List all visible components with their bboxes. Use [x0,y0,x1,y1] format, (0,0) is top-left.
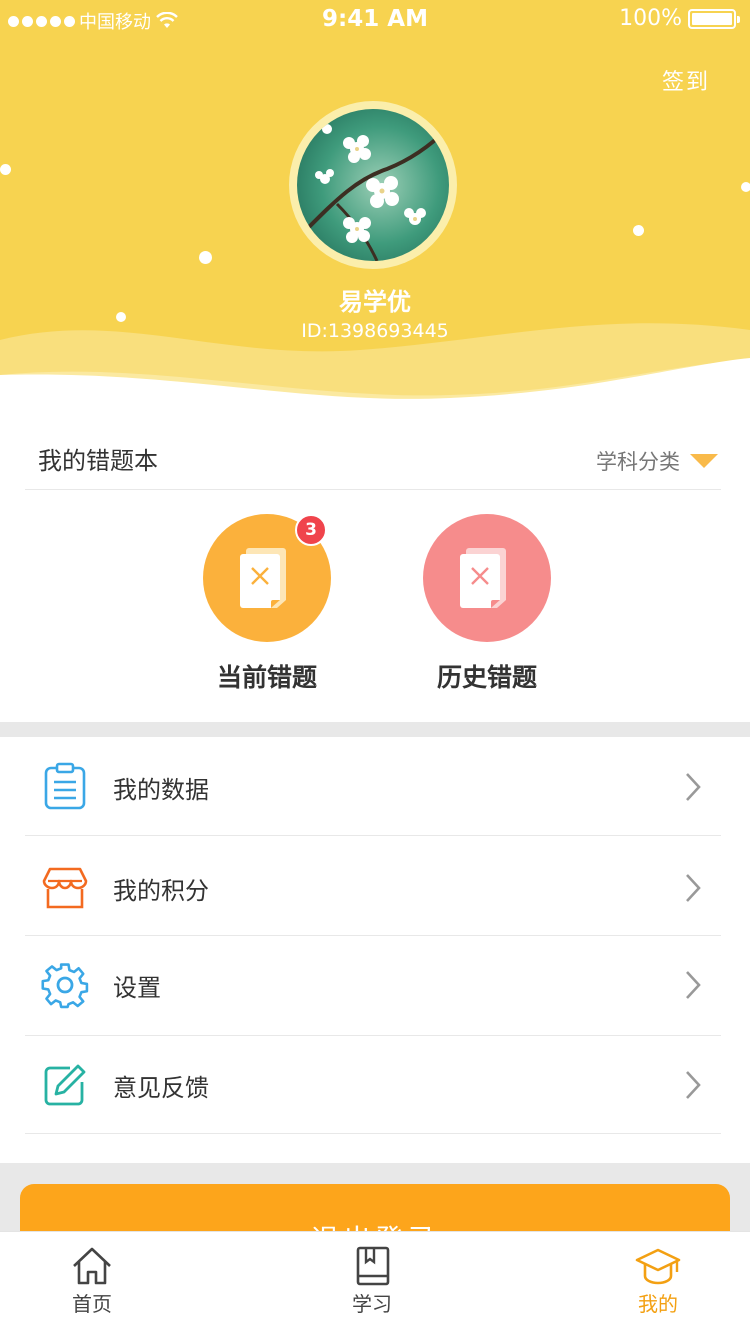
username: 易学优 [339,288,411,316]
gear-icon [41,963,89,1009]
tab-label: 我的 [638,1292,678,1316]
tab-label: 学习 [352,1292,392,1316]
menu-item-settings[interactable]: 设置 [25,935,721,1035]
menu-item-label: 我的积分 [113,876,209,905]
divider [25,835,721,836]
history-wrong-questions-icon [423,514,551,642]
graduation-cap-icon [635,1248,681,1285]
divider [25,489,721,490]
history-wrong-questions[interactable]: 历史错题 [423,514,551,692]
subject-filter-label: 学科分类 [596,450,680,474]
current-wrong-questions[interactable]: 3 当前错题 [203,514,331,692]
history-wrong-questions-label: 历史错题 [436,663,537,692]
current-wrong-questions-label: 当前错题 [216,663,317,692]
tab-home[interactable]: 首页 [42,1246,142,1317]
battery-percent: 100% [619,6,682,31]
wrong-question-book-title: 我的错题本 [38,447,158,475]
tab-label: 首页 [72,1292,112,1316]
caret-down-icon [690,454,718,468]
user-id: ID:1398693445 [301,320,449,342]
tab-mine[interactable]: 我的 [608,1246,708,1317]
bottom-tab-bar: 首页 学习 我的 [0,1231,750,1334]
profile-header: 中国移动 9:41 AM 100% 签到 易学优 ID:1398693445 [0,0,750,410]
home-icon [73,1247,111,1285]
menu-item-label: 我的数据 [113,775,209,804]
chevron-right-icon [686,971,701,999]
menu-item-my-data[interactable]: 我的数据 [25,737,721,837]
edit-icon [44,1064,86,1106]
chevron-right-icon [686,773,701,801]
store-icon [42,867,88,909]
decor-dot [0,164,11,175]
book-icon [356,1246,390,1286]
chevron-right-icon [686,1071,701,1099]
tab-study[interactable]: 学习 [322,1246,422,1317]
unread-count-badge: 3 [295,514,327,546]
status-bar: 中国移动 9:41 AM 100% [0,0,750,40]
decor-dot [741,182,750,192]
current-wrong-questions-icon: 3 [203,514,331,642]
menu-item-label: 意见反馈 [113,1073,209,1102]
decor-dot [633,225,644,236]
section-gap [0,722,750,737]
avatar-photo [297,109,449,261]
avatar[interactable] [289,101,457,269]
battery-icon [688,8,740,29]
subject-filter-dropdown[interactable]: 学科分类 [596,446,718,476]
menu-item-label: 设置 [113,973,161,1002]
decor-dot [199,251,212,264]
header-wave-base [0,358,750,410]
menu-item-feedback[interactable]: 意见反馈 [25,1035,721,1135]
divider [25,1133,721,1134]
chevron-right-icon [686,874,701,902]
battery-status: 100% [619,6,740,31]
menu-item-my-points[interactable]: 我的积分 [25,838,721,938]
checkin-button[interactable]: 签到 [662,64,710,96]
clipboard-icon [44,762,86,810]
